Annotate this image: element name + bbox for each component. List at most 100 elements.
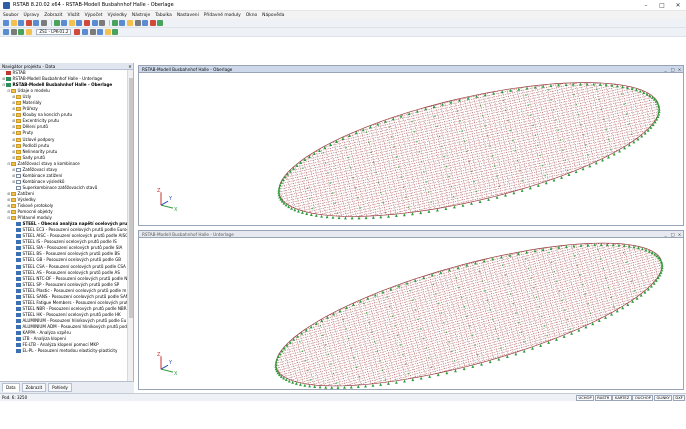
structure-view[interactable]: Z XY bbox=[139, 74, 683, 225]
support-symbol bbox=[379, 382, 383, 386]
toolbar-tool-icon[interactable] bbox=[149, 20, 156, 26]
toolbar-tool-icon[interactable] bbox=[10, 29, 17, 35]
member-line bbox=[277, 264, 663, 371]
toolbar-separator bbox=[50, 20, 52, 26]
member-line bbox=[280, 250, 651, 353]
project-navigator: Navigátor projektu - Data ✕ RSTAB ⊞ RSTAB-… bbox=[0, 63, 134, 393]
viewport-close-icon[interactable]: × bbox=[676, 231, 683, 237]
loadcase-select[interactable]: ZS1 - LPK-01.2 bbox=[36, 29, 72, 35]
toolbar-tool-icon[interactable] bbox=[10, 20, 17, 26]
toolbar-tool-icon[interactable] bbox=[99, 20, 106, 26]
support-symbol bbox=[318, 385, 322, 389]
member-line bbox=[281, 94, 652, 182]
toolbar-tool-icon[interactable] bbox=[25, 29, 32, 35]
status-toggle-button[interactable]: OUCHOP bbox=[632, 394, 654, 401]
toolbar-tool-icon[interactable] bbox=[89, 29, 96, 35]
member-line bbox=[386, 289, 412, 379]
viewport-minimize-icon[interactable]: _ bbox=[662, 66, 669, 72]
minimize-button[interactable]: – bbox=[638, 0, 654, 11]
member-line bbox=[279, 267, 663, 374]
toolbar-tool-icon[interactable] bbox=[33, 20, 40, 26]
member-line bbox=[405, 178, 555, 214]
menu-item[interactable]: Zobrazit bbox=[44, 13, 62, 18]
toolbar-tool-icon[interactable] bbox=[126, 20, 133, 26]
toolbar-tool-icon[interactable] bbox=[91, 20, 98, 26]
menu-item[interactable]: Nastavení bbox=[177, 13, 199, 18]
toolbar-tool-icon[interactable] bbox=[68, 20, 75, 26]
status-toggle-button[interactable]: KARTEZ bbox=[612, 394, 632, 401]
toolbar-tool-icon[interactable] bbox=[134, 20, 141, 26]
module-icon bbox=[16, 331, 21, 336]
status-toggle-button[interactable]: RASTR bbox=[594, 394, 612, 401]
toolbar-tool-icon[interactable] bbox=[157, 20, 164, 26]
toolbar-tool-icon[interactable] bbox=[3, 20, 9, 26]
status-toggle-button[interactable]: DXF bbox=[672, 394, 686, 401]
menu-item[interactable]: Přídavné moduly bbox=[204, 13, 241, 18]
toolbar-tool-icon[interactable] bbox=[83, 20, 90, 26]
structure-view[interactable]: Z XY bbox=[139, 239, 683, 389]
toolbar-tool-icon[interactable] bbox=[104, 29, 111, 35]
navigator-close-icon[interactable]: ✕ bbox=[127, 63, 133, 69]
navigator-tab[interactable]: Data bbox=[2, 383, 20, 392]
toolbar-tool-icon[interactable] bbox=[81, 29, 88, 35]
module-icon bbox=[16, 300, 21, 305]
status-toggle-button[interactable]: UCHOP bbox=[576, 394, 595, 401]
menu-item[interactable]: Okno bbox=[246, 13, 257, 18]
support-symbol bbox=[278, 183, 282, 187]
viewport-unterlage[interactable]: RSTAB-Modell Busbahnhof Halle - Unterlag… bbox=[138, 230, 684, 390]
member-grid[interactable] bbox=[278, 82, 660, 217]
member-line bbox=[565, 245, 589, 325]
member-line bbox=[280, 108, 660, 198]
viewport-minimize-icon[interactable]: _ bbox=[662, 231, 669, 237]
y-axis bbox=[160, 200, 169, 206]
toolbar-tool-icon[interactable] bbox=[97, 29, 104, 35]
status-toggle-button[interactable]: GLINKY bbox=[654, 394, 673, 401]
member-line bbox=[434, 187, 527, 210]
toolbar-tool-icon[interactable] bbox=[40, 20, 47, 26]
navigator-tab[interactable]: Zobrazit bbox=[21, 383, 47, 392]
toolbar-tool-icon[interactable] bbox=[18, 20, 25, 26]
navigator-tab[interactable]: Pohledy bbox=[48, 383, 72, 392]
viewport-maximize-icon[interactable]: □ bbox=[669, 66, 676, 72]
viewport-close-icon[interactable]: × bbox=[676, 66, 683, 72]
toolbar-tool-icon[interactable] bbox=[76, 20, 83, 26]
tree-item[interactable]: EL-PL - Posouzení metodou elasticity-pla… bbox=[0, 348, 128, 354]
member-line bbox=[325, 302, 629, 386]
x-axis bbox=[160, 204, 174, 209]
toolbar-tool-icon[interactable] bbox=[25, 20, 32, 26]
close-button[interactable]: ✕ bbox=[670, 0, 686, 11]
toolbar-tool-icon[interactable] bbox=[61, 20, 68, 26]
module-icon bbox=[16, 294, 21, 299]
menu-item[interactable]: Vložit bbox=[67, 13, 79, 18]
coordinate-axes-icon: Z XY bbox=[157, 188, 178, 213]
toolbar-tool-icon[interactable] bbox=[74, 29, 81, 35]
member-line bbox=[545, 84, 568, 174]
viewport-oberlage[interactable]: RSTAB-Modell Busbahnhof Halle - Oberlage… bbox=[138, 65, 684, 226]
menu-item[interactable]: Tabulka bbox=[155, 13, 172, 18]
folder-icon bbox=[11, 204, 16, 209]
menu-item[interactable]: Soubor bbox=[3, 13, 19, 18]
member-line bbox=[335, 311, 357, 386]
member-line bbox=[279, 98, 656, 187]
navigator-scrollbar[interactable] bbox=[127, 70, 133, 381]
menu-item[interactable]: Výpočet bbox=[85, 13, 103, 18]
toolbar-tool-icon[interactable] bbox=[111, 20, 118, 26]
menu-item[interactable]: Výsledky bbox=[107, 13, 126, 18]
maximize-button[interactable]: □ bbox=[654, 0, 670, 11]
toolbar-tool-icon[interactable] bbox=[142, 20, 149, 26]
viewport-maximize-icon[interactable]: □ bbox=[669, 231, 676, 237]
menu-item[interactable]: Nápověda bbox=[262, 13, 284, 18]
member-line bbox=[416, 109, 440, 209]
member-line bbox=[458, 98, 483, 200]
menu-item[interactable]: Nástroje bbox=[132, 13, 150, 18]
toolbar-tool-icon[interactable] bbox=[112, 29, 119, 35]
member-line bbox=[283, 92, 649, 179]
toolbar-tool-icon[interactable] bbox=[3, 29, 9, 35]
menu-item[interactable]: Úpravy bbox=[24, 13, 40, 18]
model-canvas[interactable]: Z XY bbox=[139, 74, 683, 225]
toolbar-tool-icon[interactable] bbox=[18, 29, 25, 35]
model-canvas[interactable]: Z XY bbox=[139, 239, 683, 389]
scrollbar-thumb[interactable] bbox=[129, 78, 133, 318]
toolbar-tool-icon[interactable] bbox=[119, 20, 126, 26]
toolbar-tool-icon[interactable] bbox=[53, 20, 60, 26]
